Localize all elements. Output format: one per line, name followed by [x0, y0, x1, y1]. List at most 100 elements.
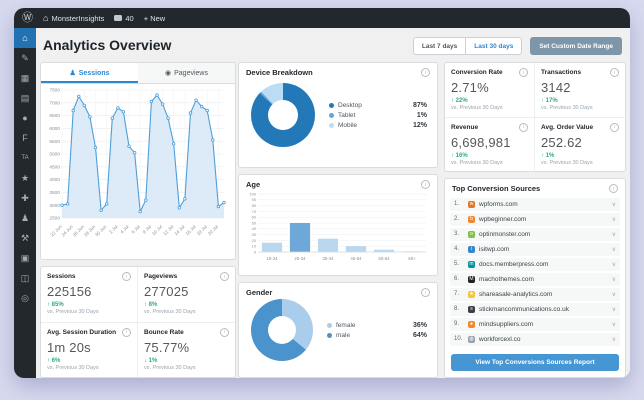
device-legend: Desktop 87% Tablet 1% Mobile 12%: [329, 99, 431, 132]
metric-value: 1m 20s: [47, 339, 91, 355]
source-row-optinmonster-com[interactable]: 3. o optinmonster.com ∨: [450, 227, 620, 241]
svg-text:35-44: 35-44: [322, 256, 334, 261]
legend-item-mobile: Mobile 12%: [329, 122, 431, 129]
metric-compare-label: vs. Previous 30 Days: [47, 364, 99, 371]
info-icon[interactable]: [122, 272, 131, 281]
device-donut-chart: [251, 83, 315, 147]
sidebar-item-settings[interactable]: ▣: [14, 248, 36, 268]
svg-text:18-24: 18-24: [266, 256, 278, 261]
info-icon[interactable]: [519, 122, 528, 132]
analytics-icon: ◫: [20, 272, 30, 283]
info-icon[interactable]: [421, 68, 430, 77]
view-top-conversion-sources-report-button[interactable]: View Top Conversions Sources Report: [451, 354, 619, 371]
source-row-shareasale-analytics-com[interactable]: 7. ★ shareasale-analytics.com ∨: [450, 287, 620, 301]
wordpress-logo-icon[interactable]: Ⓦ: [22, 12, 33, 24]
legend-value: 1%: [416, 111, 427, 119]
source-row-stickmancommunications-co-uk[interactable]: 8. s stickmancommunications.co.uk ∨: [450, 302, 620, 316]
legend-label: Desktop: [338, 101, 362, 109]
svg-text:4 Jul: 4 Jul: [119, 224, 129, 234]
set-custom-date-range-button[interactable]: Set Custom Date Range: [530, 37, 622, 55]
svg-text:40: 40: [252, 226, 257, 231]
svg-text:30: 30: [252, 232, 257, 237]
info-icon[interactable]: [421, 288, 430, 297]
comments-shortcut[interactable]: 40: [114, 14, 134, 23]
chevron-down-icon[interactable]: ∨: [612, 201, 616, 208]
source-favicon-icon: b: [468, 215, 475, 223]
info-icon[interactable]: [421, 180, 430, 189]
site-name-link[interactable]: ⌂ MonsterInsights: [43, 13, 104, 23]
chevron-down-icon[interactable]: ∨: [612, 231, 616, 238]
chevron-down-icon[interactable]: ∨: [612, 246, 616, 253]
chevron-down-icon[interactable]: ∨: [612, 276, 616, 283]
info-icon[interactable]: [220, 327, 229, 337]
sidebar-item-tools[interactable]: ⚒: [14, 228, 36, 248]
legend-dot-icon: [329, 102, 334, 108]
new-content-button[interactable]: + New: [144, 14, 165, 23]
source-favicon-icon: ★: [468, 290, 475, 298]
metric-card-sessions: Sessions 225156 ↑ 85%vs. Previous 30 Days: [41, 267, 138, 323]
chevron-down-icon[interactable]: ∨: [612, 321, 616, 328]
source-row-isitwp-com[interactable]: 4. i isitwp.com ∨: [450, 242, 620, 256]
source-row-mindsuppliers-com[interactable]: 9. ● mindsuppliers.com ∨: [450, 317, 620, 331]
svg-text:30 Jun: 30 Jun: [94, 224, 108, 238]
traffic-trend-panel: ♟ Sessions ◉ Pageviews 2500 3000 3500 4000 4…: [40, 62, 236, 260]
legend-dot-icon: [327, 332, 332, 338]
sidebar-item-users[interactable]: ♟: [14, 208, 36, 228]
info-icon[interactable]: [122, 327, 131, 337]
last-7-days-button[interactable]: Last 7 days: [414, 38, 465, 54]
legend-dot-icon: [329, 122, 334, 128]
source-row-workforcexl-co[interactable]: 10. ◍ workforcexl.co ∨: [450, 332, 620, 346]
sidebar-item-plugins[interactable]: ✚: [14, 188, 36, 208]
sidebar-item-pages[interactable]: ▤: [14, 88, 36, 108]
source-row-wpbeginner-com[interactable]: 2. b wpbeginner.com ∨: [450, 212, 620, 226]
metric-value: 3142: [541, 80, 571, 95]
media-icon: ▦: [20, 72, 30, 83]
sidebar-item-posts[interactable]: ✎: [14, 48, 36, 68]
chevron-down-icon[interactable]: ∨: [612, 261, 616, 268]
sidebar-item-media[interactable]: ▦: [14, 68, 36, 88]
sidebar-item-dashboard[interactable]: ⌂: [14, 28, 36, 48]
sidebar-item-ta-plugin[interactable]: TA: [14, 148, 36, 168]
chevron-down-icon[interactable]: ∨: [612, 306, 616, 313]
metric-delta: ↑ 16%: [451, 152, 468, 159]
info-icon[interactable]: [610, 122, 619, 132]
page-title: Analytics Overview: [43, 37, 172, 53]
source-rank: 9.: [454, 321, 460, 328]
svg-text:3000: 3000: [49, 203, 60, 209]
source-row-machothemes-com[interactable]: 6. Mmachothemes.com ∨: [450, 272, 620, 286]
chevron-down-icon[interactable]: ∨: [612, 216, 616, 223]
sidebar-item-analytics[interactable]: ◫: [14, 268, 36, 288]
last-30-days-button[interactable]: Last 30 days: [465, 38, 521, 54]
source-favicon-icon: M: [468, 275, 475, 283]
metric-compare-label: vs. Previous 30 Days: [144, 309, 196, 315]
info-icon[interactable]: [519, 68, 528, 77]
info-icon[interactable]: [610, 68, 619, 77]
chevron-down-icon[interactable]: ∨: [612, 291, 616, 298]
svg-text:4000: 4000: [49, 177, 60, 183]
pages-icon: ▤: [20, 92, 30, 103]
svg-text:80: 80: [252, 203, 257, 208]
metric-compare-label: vs. Previous 30 Days: [47, 309, 99, 315]
info-icon[interactable]: [609, 184, 618, 193]
source-row-docs-memberpress-com[interactable]: 5. m docs.memberpress.com ∨: [450, 257, 620, 271]
tab-sessions[interactable]: ♟ Sessions: [41, 63, 138, 83]
ta-plugin-icon: TA: [21, 155, 29, 161]
info-icon[interactable]: [220, 272, 229, 281]
device-breakdown-title: Device Breakdown: [246, 68, 313, 77]
sidebar-item-forms[interactable]: F: [14, 128, 36, 148]
metric-card-bounce-rate: Bounce Rate 75.77% ↓ 1%vs. Previous 30 Day…: [138, 323, 235, 378]
site-name-label: MonsterInsights: [51, 13, 105, 23]
source-rank: 2.: [454, 216, 460, 223]
sidebar-item-collapse[interactable]: ◎: [14, 288, 36, 308]
left-metric-cards: Sessions225156↑ 85%vs. Previous 30 DaysP…: [40, 266, 236, 378]
sidebar-item-appearance[interactable]: ★: [14, 168, 36, 188]
tab-pageviews[interactable]: ◉ Pageviews: [138, 63, 235, 83]
svg-text:5500: 5500: [49, 139, 60, 145]
source-rank: 8.: [454, 306, 460, 313]
chevron-down-icon[interactable]: ∨: [612, 336, 616, 343]
legend-item-desktop: Desktop 87%: [329, 102, 431, 109]
svg-text:25-34: 25-34: [294, 256, 306, 261]
sidebar-item-comments[interactable]: ●: [14, 108, 36, 128]
source-row-wpforms-com[interactable]: 1. w wpforms.com ∨: [450, 197, 620, 211]
metric-delta: ↑ 8%: [144, 302, 158, 308]
